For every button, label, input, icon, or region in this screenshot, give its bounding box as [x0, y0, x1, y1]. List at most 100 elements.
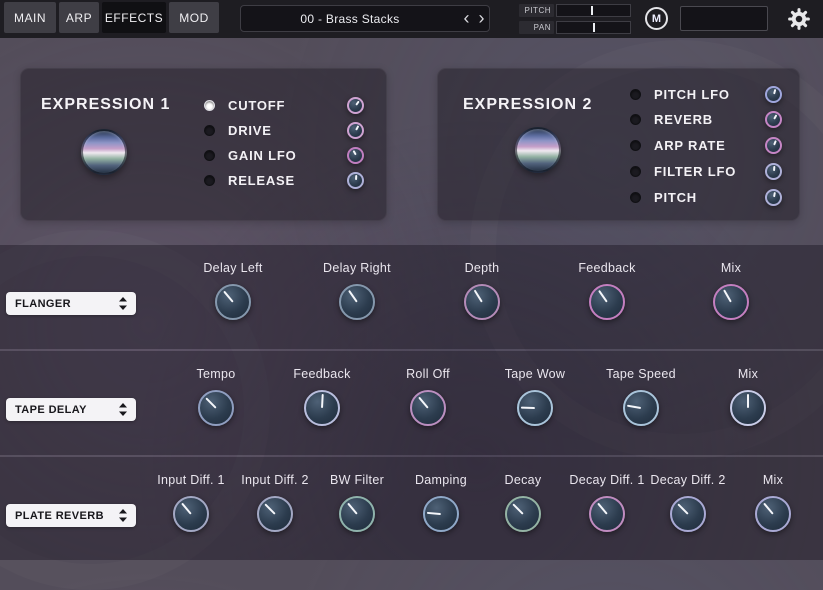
cutoff-option-label: CUTOFF [228, 98, 285, 113]
knob-group: Roll Off [386, 367, 470, 426]
arp-rate-mini-knob[interactable] [765, 137, 782, 154]
expression1-option-release: RELEASE [204, 169, 364, 191]
knob-label: Feedback [280, 367, 364, 381]
knob-group: BW Filter [315, 473, 399, 532]
knob-label: Input Diff. 2 [233, 473, 317, 487]
reverb-mini-knob[interactable] [765, 111, 782, 128]
plate-reverb-decay-knob[interactable] [505, 496, 541, 532]
preset-prev-button[interactable]: ‹ [459, 6, 474, 31]
expression2-option-reverb: REVERB [630, 108, 782, 130]
preset-selector[interactable]: 00 - Brass Stacks ‹ › [240, 5, 490, 32]
cutoff-radio[interactable] [204, 100, 215, 111]
plate-reverb-input-diff-2-knob[interactable] [257, 496, 293, 532]
expression1-title: EXPRESSION 1 [41, 96, 170, 114]
expression2-option-pitch: PITCH [630, 186, 782, 208]
release-mini-knob[interactable] [347, 172, 364, 189]
expression2-option-arp-rate: ARP RATE [630, 134, 782, 156]
plate-reverb-damping-knob[interactable] [423, 496, 459, 532]
knob-group: Input Diff. 1 [149, 473, 233, 532]
tab-main[interactable]: MAIN [4, 2, 56, 33]
knob-group: Tape Speed [599, 367, 683, 426]
expression2-knob[interactable] [515, 127, 561, 173]
knob-label: Decay Diff. 1 [565, 473, 649, 487]
flanger-depth-knob[interactable] [464, 284, 500, 320]
release-radio[interactable] [204, 175, 215, 186]
updown-arrows-icon [119, 509, 127, 522]
knob-group: Tape Wow [493, 367, 577, 426]
plate-reverb-row: PLATE REVERB Input Diff. 1 Input Diff. 2… [0, 457, 823, 560]
filter-lfo-radio[interactable] [630, 166, 641, 177]
reverb-radio[interactable] [630, 114, 641, 125]
pan-slider-handle[interactable] [593, 23, 595, 32]
flanger-delay-left-knob[interactable] [215, 284, 251, 320]
knob-group: Mix [731, 473, 815, 532]
pitch-label: PITCH [519, 4, 554, 17]
knob-group: Feedback [565, 261, 649, 320]
knob-group: Mix [689, 261, 773, 320]
tab-arp[interactable]: ARP [59, 2, 99, 33]
release-option-label: RELEASE [228, 173, 295, 188]
pitch-slider[interactable] [556, 4, 631, 17]
pan-label: PAN [519, 21, 554, 34]
flanger-mix-knob[interactable] [713, 284, 749, 320]
flanger-row: FLANGER Delay Left Delay Right Depth Fee… [0, 245, 823, 349]
drive-radio[interactable] [204, 125, 215, 136]
tab-mod[interactable]: MOD [169, 2, 219, 33]
settings-button[interactable] [786, 6, 812, 32]
knob-label: Decay Diff. 2 [646, 473, 730, 487]
knob-group: Mix [706, 367, 790, 426]
top-bar: MAIN ARP EFFECTS MOD 00 - Brass Stacks ‹… [0, 0, 823, 38]
expression2-option-pitch-lfo: PITCH LFO [630, 83, 782, 105]
knob-label: Tape Wow [493, 367, 577, 381]
knob-group: Tempo [174, 367, 258, 426]
plate-reverb-decay-diff-2-knob[interactable] [670, 496, 706, 532]
plate-reverb-effect-selector[interactable]: PLATE REVERB [6, 504, 136, 527]
pitch-lfo-radio[interactable] [630, 89, 641, 100]
expression1-knob[interactable] [81, 129, 127, 175]
knob-group: Decay Diff. 1 [565, 473, 649, 532]
preset-name: 00 - Brass Stacks [241, 12, 459, 26]
gear-icon [786, 6, 812, 32]
pitch-radio[interactable] [630, 192, 641, 203]
pitch-lfo-mini-knob[interactable] [765, 86, 782, 103]
plate-reverb-input-diff-1-knob[interactable] [173, 496, 209, 532]
knob-label: Input Diff. 1 [149, 473, 233, 487]
knob-group: Delay Right [315, 261, 399, 320]
arp-rate-radio[interactable] [630, 140, 641, 151]
knob-label: Depth [440, 261, 524, 275]
flanger-delay-right-knob[interactable] [339, 284, 375, 320]
knob-label: Feedback [565, 261, 649, 275]
flanger-selector-label: FLANGER [15, 298, 71, 310]
gain-lfo-radio[interactable] [204, 150, 215, 161]
tape-delay-effect-selector[interactable]: TAPE DELAY [6, 398, 136, 421]
tab-effects[interactable]: EFFECTS [102, 2, 166, 33]
tape-delay-tape-speed-knob[interactable] [623, 390, 659, 426]
preset-next-button[interactable]: › [474, 6, 489, 31]
gain-lfo-mini-knob[interactable] [347, 147, 364, 164]
pitch-mini-knob[interactable] [765, 189, 782, 206]
knob-group: Delay Left [191, 261, 275, 320]
flanger-effect-selector[interactable]: FLANGER [6, 292, 136, 315]
pan-slider[interactable] [556, 21, 631, 34]
tape-delay-roll-off-knob[interactable] [410, 390, 446, 426]
knob-label: Delay Right [315, 261, 399, 275]
plate-reverb-bw-filter-knob[interactable] [339, 496, 375, 532]
pitch-slider-handle[interactable] [591, 6, 593, 15]
arp-rate-option-label: ARP RATE [654, 138, 726, 153]
drive-mini-knob[interactable] [347, 122, 364, 139]
tape-delay-tape-wow-knob[interactable] [517, 390, 553, 426]
flanger-feedback-knob[interactable] [589, 284, 625, 320]
output-display [680, 6, 768, 31]
tape-delay-mix-knob[interactable] [730, 390, 766, 426]
filter-lfo-mini-knob[interactable] [765, 163, 782, 180]
plate-reverb-decay-diff-1-knob[interactable] [589, 496, 625, 532]
cutoff-mini-knob[interactable] [347, 97, 364, 114]
tape-delay-feedback-knob[interactable] [304, 390, 340, 426]
knob-label: Tempo [174, 367, 258, 381]
knob-group: Damping [399, 473, 483, 532]
plate-reverb-selector-label: PLATE REVERB [15, 510, 104, 522]
mono-button[interactable]: M [645, 7, 668, 30]
tape-delay-tempo-knob[interactable] [198, 390, 234, 426]
plate-reverb-mix-knob[interactable] [755, 496, 791, 532]
gain-lfo-option-label: GAIN LFO [228, 148, 297, 163]
